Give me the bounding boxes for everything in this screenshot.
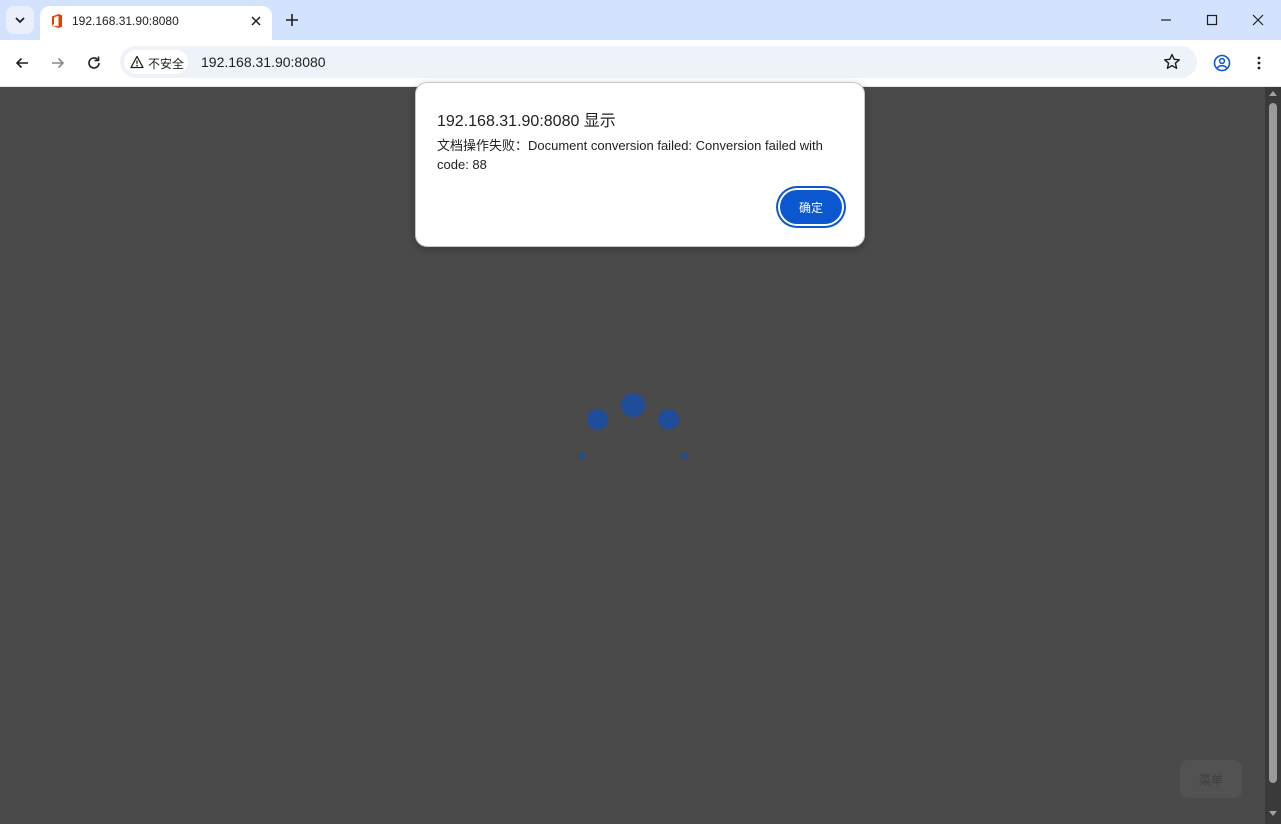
reload-icon [88,56,100,69]
warning-icon [130,55,144,69]
spinner-dot [668,491,670,493]
close-icon [1252,14,1264,26]
close-window-button[interactable] [1246,8,1270,32]
new-tab-icon[interactable] [282,10,302,30]
scrollbar[interactable] [1265,87,1281,824]
security-chip[interactable]: 不安全 [124,50,188,74]
tab-strip: 192.168.31.90:8080 [0,0,1281,40]
profile-button[interactable] [1210,51,1234,75]
security-label: 不安全 [148,57,185,71]
browser-toolbar: 不安全 192.168.31.90:8080 [0,40,1281,87]
scroll-up-arrow-icon[interactable] [1269,91,1277,96]
forward-button[interactable] [46,51,70,75]
account-icon [1213,54,1231,72]
url-text[interactable]: 192.168.31.90:8080 [201,54,326,70]
arrow-right-icon [52,57,65,69]
spinner-dot [658,409,679,430]
alert-dialog: 192.168.31.90:8080 显示 文档操作失败：Document co… [415,82,865,247]
address-bar[interactable]: 不安全 192.168.31.90:8080 [120,46,1197,78]
star-icon[interactable] [1162,52,1182,72]
floating-menu-button[interactable]: 菜单 [1180,760,1242,798]
reload-button[interactable] [82,51,106,75]
maximize-button[interactable] [1200,8,1224,32]
scrollbar-thumb[interactable] [1269,103,1277,783]
minimize-button[interactable] [1154,8,1178,32]
dialog-message: 文档操作失败：Document conversion failed: Conve… [437,138,823,172]
menu-button[interactable] [1247,51,1271,75]
chevron-down-icon [15,17,25,24]
browser-tab[interactable]: 192.168.31.90:8080 [40,6,272,40]
scroll-down-arrow-icon[interactable] [1269,811,1277,816]
tab-search-button[interactable] [6,6,34,34]
dialog-title: 192.168.31.90:8080 显示 [437,113,616,130]
spinner-dot [579,453,585,459]
spinner-dot [587,409,608,430]
minimize-icon [1161,19,1171,21]
back-button[interactable] [10,51,34,75]
arrow-left-icon [15,57,28,69]
more-vertical-icon [1257,56,1261,70]
ok-button[interactable]: 确定 [780,190,842,224]
maximize-icon [1206,14,1218,26]
close-icon[interactable] [248,13,264,29]
spinner-dot [621,393,645,417]
spinner-dot [681,453,687,459]
office-logo-icon [52,14,62,28]
tab-title: 192.168.31.90:8080 [72,14,179,28]
